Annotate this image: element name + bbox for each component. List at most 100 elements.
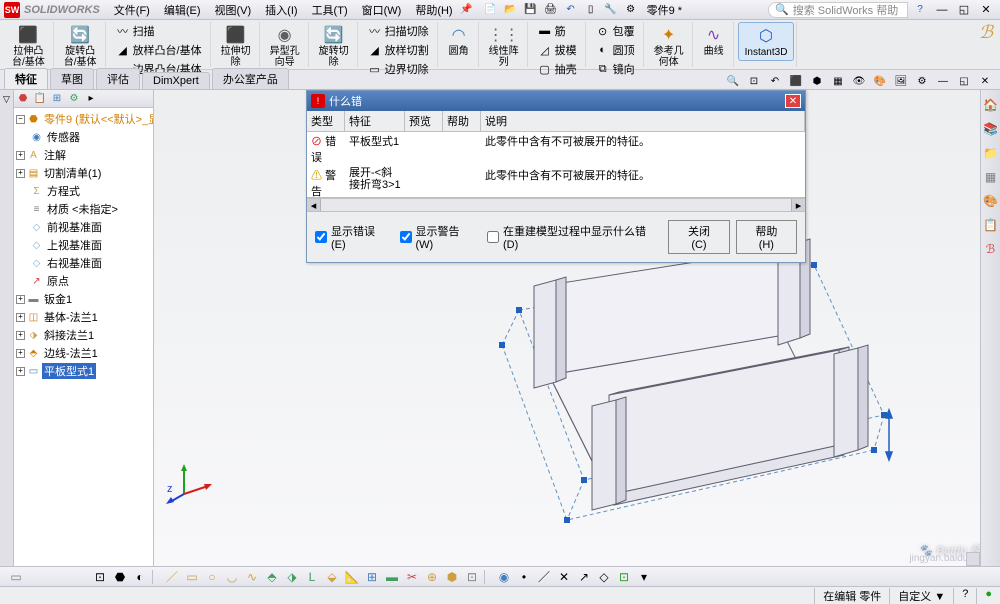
tree-miterflange[interactable]: +⬗斜接法兰1 [16,326,151,344]
pattern-button[interactable]: ⋮⋮ 线性阵 列 [483,22,525,70]
view-orient-icon[interactable]: ⬢ [808,73,826,89]
model-tab-icon[interactable]: ▭ [8,569,24,585]
tree-origin[interactable]: ↗原点 [16,272,151,290]
tree-flatpattern[interactable]: +▭平板型式1 [16,362,151,380]
bt-pl-icon[interactable]: ◇ [596,569,612,585]
scene-icon[interactable]: 🖼 [892,73,910,89]
appearance-icon[interactable]: 🎨 [871,73,889,89]
loft-cut-button[interactable]: ◢放样切割 [366,41,431,59]
bt-sm5-icon[interactable]: 📐 [344,569,360,585]
hole-wizard-button[interactable]: ◉ 异型孔 向导 [264,22,306,70]
bt-icon-2[interactable]: ⬣ [112,569,128,585]
rebuild-icon[interactable]: 🔧 [603,2,619,18]
tree-material[interactable]: ≡材质 <未指定> [16,200,151,218]
menu-insert[interactable]: 插入(I) [259,0,303,20]
tree-sensors[interactable]: ◉传感器 [16,128,151,146]
tree-front-plane[interactable]: ◇前视基准面 [16,218,151,236]
save-icon[interactable]: 💾 [523,2,539,18]
instant3d-button[interactable]: ⬡ Instant3D [738,22,795,61]
bt-ax-icon[interactable]: ✕ [556,569,572,585]
bt-sm9-icon[interactable]: ⊕ [424,569,440,585]
bt-ln2-icon[interactable]: ／ [536,569,552,585]
appearance2-icon[interactable]: 🎨 [983,194,999,210]
minimize-icon[interactable]: — [932,2,952,18]
bt-circle-icon[interactable]: ○ [204,569,220,585]
hide-show-icon[interactable]: 👁 [850,73,868,89]
refgeo-button[interactable]: ✦ 参考几 何体 [648,22,690,70]
options-icon[interactable]: ⚙ [623,2,639,18]
pin-icon[interactable]: 📌 [459,2,475,18]
tree-config-icon[interactable]: 📋 [33,92,47,106]
menu-edit[interactable]: 编辑(E) [158,0,207,20]
tree-display-icon[interactable]: ⊞ [50,92,64,106]
bt-line-icon[interactable]: ／ [164,569,180,585]
restore-icon[interactable]: ◱ [954,2,974,18]
bt-icon-3[interactable]: ◐ [132,569,148,585]
bt-arc-icon[interactable]: ◡ [224,569,240,585]
fillet-button[interactable]: ◠ 圆角 [442,22,476,59]
revolve-cut-button[interactable]: 🔄 旋转切 除 [313,22,355,70]
view-settings-icon[interactable]: ⚙ [913,73,931,89]
dome-button[interactable]: ◐圆顶 [594,41,637,59]
extrude-boss-button[interactable]: ⬛ 拉伸凸 台/基体 [6,22,51,70]
status-help-icon[interactable]: ? [953,588,976,604]
col-help[interactable]: 帮助 [443,111,481,131]
dialog-row-warning[interactable]: ⚠ 警告 展开-<斜接折弯3>1 此零件中含有不可被展开的特征。 [307,166,805,198]
tree-right-plane[interactable]: ◇右视基准面 [16,254,151,272]
dialog-close-btn[interactable]: 关闭(C) [668,220,729,254]
menu-file[interactable]: 文件(F) [108,0,156,20]
bt-cs-icon[interactable]: ↗ [576,569,592,585]
help-icon[interactable]: ? [912,2,928,18]
bt-ln-icon[interactable]: • [516,569,532,585]
tree-equations[interactable]: Σ方程式 [16,182,151,200]
bt-px-icon[interactable]: ◉ [496,569,512,585]
col-type[interactable]: 类型 [307,111,345,131]
search-box[interactable]: 🔍 搜索 SolidWorks 帮助 [768,2,908,18]
tree-feat-icon[interactable]: ⬣ [16,92,30,106]
sw-tp-icon[interactable]: ℬ [983,242,999,258]
section-icon[interactable]: ⬛ [787,73,805,89]
revolve-boss-button[interactable]: 🔄 旋转凸 台/基体 [58,22,103,70]
tree-edgeflange[interactable]: +⬘边线-法兰1 [16,344,151,362]
bt-sm1-icon[interactable]: ⬘ [264,569,280,585]
select-icon[interactable]: ▯ [583,2,599,18]
dialog-row-error[interactable]: ⊘ 错误 平板型式1 此零件中含有不可被展开的特征。 [307,132,805,166]
bt-sm10-icon[interactable]: ⬢ [444,569,460,585]
status-custom[interactable]: 自定义 ▼ [889,588,953,604]
boundary-cut-button[interactable]: ▭边界切除 [366,60,431,78]
col-feature[interactable]: 特征 [345,111,405,131]
bt-sm4-icon[interactable]: ⬙ [324,569,340,585]
doc-min-icon[interactable]: — [934,73,952,89]
dialog-titlebar[interactable]: ! 什么错 ✕ [307,91,805,111]
chk-show-warnings[interactable]: 显示警告(W) [400,223,475,251]
home-icon[interactable]: 🏠 [983,98,999,114]
tab-sketch[interactable]: 草图 [50,68,94,89]
undo-icon[interactable]: ↶ [563,2,579,18]
loft-button[interactable]: ◢放样凸台/基体 [114,41,204,59]
open-icon[interactable]: 📂 [503,2,519,18]
tree-baseflange[interactable]: +◫基体-法兰1 [16,308,151,326]
rib-button[interactable]: ▬筋 [536,22,579,40]
palette-icon[interactable]: ▦ [983,170,999,186]
bt-last-icon[interactable]: ▾ [636,569,652,585]
dialog-rows[interactable]: ⊘ 错误 平板型式1 此零件中含有不可被展开的特征。 ⚠ 警告 展开-<斜接折弯… [307,132,805,198]
tree-root[interactable]: −⬣零件9 (默认<<默认>_显示状 [16,110,151,128]
close-icon[interactable]: ✕ [976,2,996,18]
shell-button[interactable]: ▢抽壳 [536,60,579,78]
doc-close-icon[interactable]: ✕ [976,73,994,89]
doc-max-icon[interactable]: ◱ [955,73,973,89]
tab-evaluate[interactable]: 评估 [96,68,140,89]
tree-other-icon[interactable]: ▸ [84,92,98,106]
property-icon[interactable]: 📋 [983,218,999,234]
explorer-icon[interactable]: 📁 [983,146,999,162]
col-preview[interactable]: 预览 [405,111,443,131]
tree-top-plane[interactable]: ◇上视基准面 [16,236,151,254]
extrude-cut-button[interactable]: ⬛ 拉伸切 除 [215,22,257,70]
menu-view[interactable]: 视图(V) [209,0,258,20]
zoom-fit-icon[interactable]: 🔍 [724,73,742,89]
tab-features[interactable]: 特征 [4,68,48,89]
wrap-button[interactable]: ⊙包覆 [594,22,637,40]
tree-sheetmetal[interactable]: +▬钣金1 [16,290,151,308]
bt-bb-icon[interactable]: ⊡ [616,569,632,585]
bt-sm2-icon[interactable]: ⬗ [284,569,300,585]
